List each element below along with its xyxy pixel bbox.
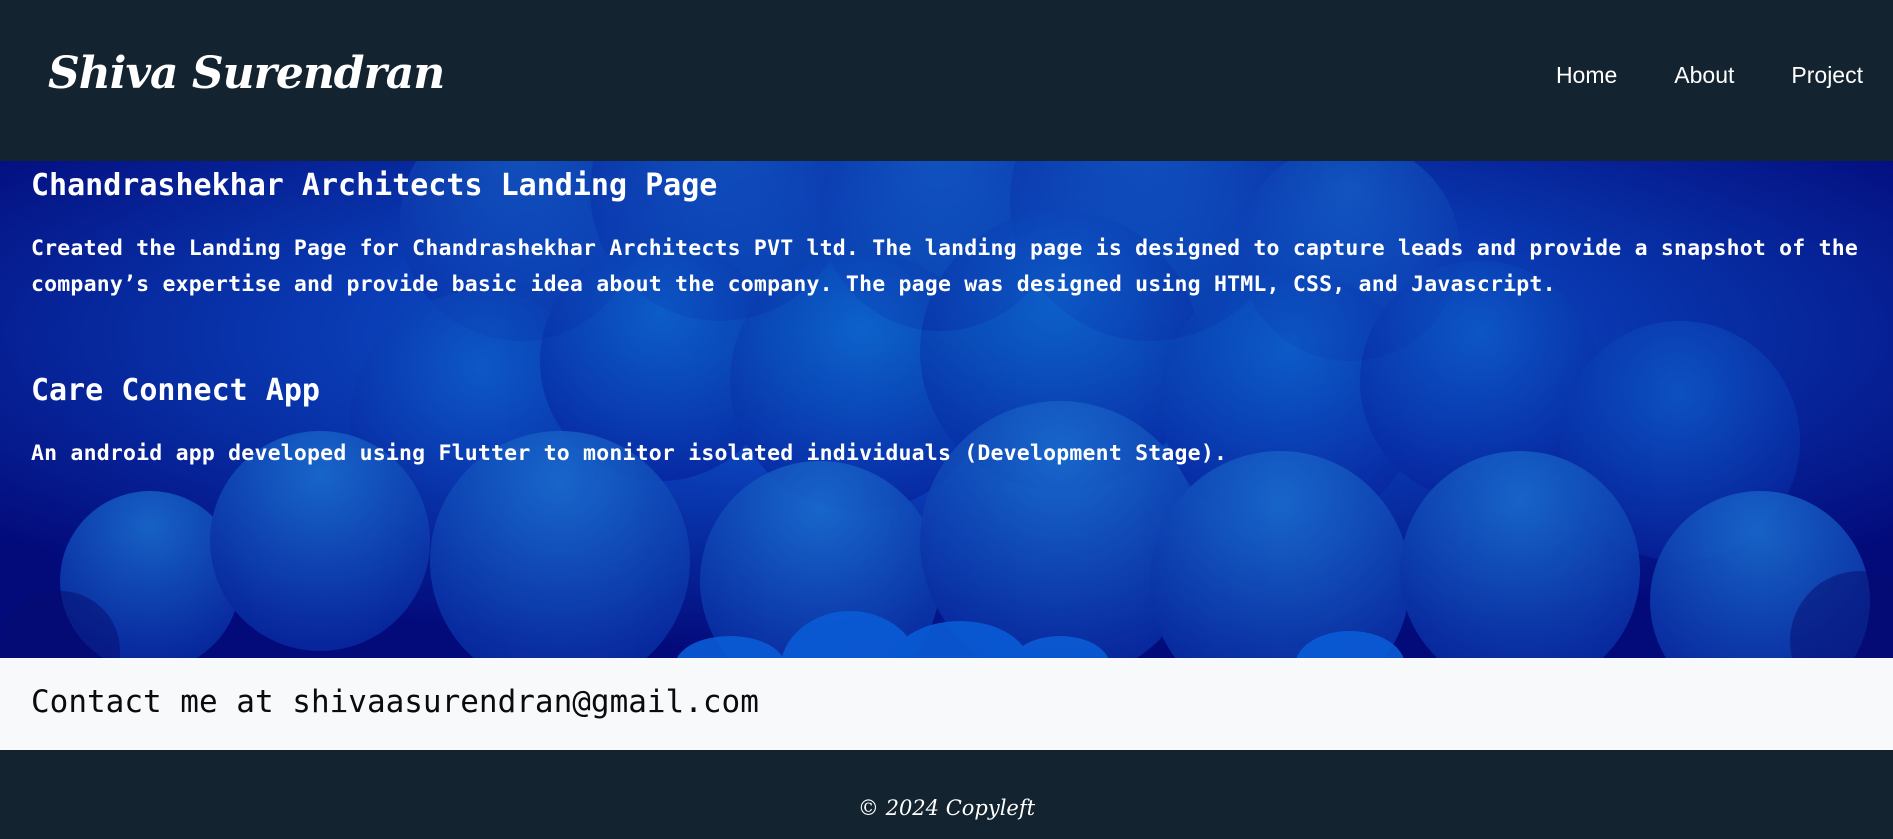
nav-project-link[interactable]: Project [1791, 62, 1863, 89]
main-nav: Home About Project [1556, 62, 1863, 89]
nav-home-link[interactable]: Home [1556, 62, 1617, 89]
project-card: Care Connect App An android app develope… [31, 373, 1863, 472]
project-card: Chandrashekhar Architects Landing Page C… [31, 168, 1863, 303]
project-title: Chandrashekhar Architects Landing Page [31, 168, 718, 203]
site-footer: © 2024 Copyleft [0, 750, 1893, 839]
contact-text[interactable]: Contact me at shivaasurendran@gmail.com [31, 684, 759, 720]
contact-section: Contact me at shivaasurendran@gmail.com [0, 658, 1893, 750]
copyright-text: © 2024 Copyleft [857, 796, 1036, 820]
project-description: Created the Landing Page for Chandrashek… [31, 236, 1859, 297]
project-description: An android app developed using Flutter t… [31, 441, 1228, 466]
nav-about-link[interactable]: About [1674, 62, 1734, 89]
site-logo[interactable]: Shiva Surendran [48, 48, 445, 99]
site-header: Shiva Surendran Home About Project [0, 0, 1893, 161]
project-title: Care Connect App [31, 373, 320, 408]
projects-section: Chandrashekhar Architects Landing Page C… [0, 161, 1893, 658]
